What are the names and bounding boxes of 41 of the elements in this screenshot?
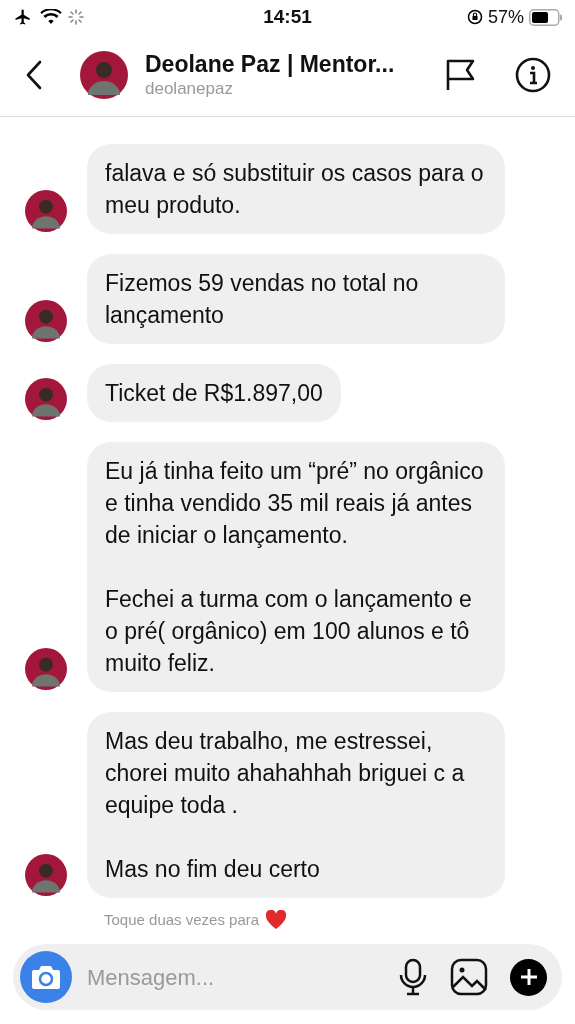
back-icon — [24, 59, 44, 91]
message-bubble[interactable]: Fizemos 59 vendas no total no lançamento — [87, 254, 505, 344]
message-text: Fizemos 59 vendas no total no lançamento — [105, 269, 420, 330]
message-text: falava e só substituir os casos para o meu produto. — [105, 159, 485, 220]
message-bubble[interactable]: falava e só substituir os casos para o meu produto. — [87, 144, 505, 234]
info-icon — [515, 57, 551, 93]
message-text: Fechei a turma com o lançamento e o pré( orgânico) em 100 alunos e tô muito feliz. — [105, 585, 473, 678]
avatar-icon[interactable] — [25, 300, 67, 342]
avatar-icon[interactable] — [25, 648, 67, 690]
heart-icon[interactable] — [265, 910, 288, 930]
avatar-icon[interactable] — [25, 378, 67, 420]
avatar-icon[interactable] — [80, 51, 128, 99]
add-button[interactable] — [510, 958, 547, 996]
message-field[interactable]: Mensagem... — [13, 944, 562, 1010]
loading-icon — [68, 9, 84, 25]
info-button[interactable] — [515, 57, 551, 93]
avatar-icon[interactable] — [25, 854, 67, 896]
flag-icon — [445, 58, 477, 92]
battery-icon — [529, 8, 563, 26]
message-input[interactable]: Mensagem... — [87, 960, 398, 994]
message-bubble[interactable]: Ticket de R$1.897,00 — [87, 364, 341, 422]
hint-text: Toque duas vezes para — [104, 909, 260, 930]
camera-button[interactable] — [20, 951, 72, 1003]
avatar-icon[interactable] — [25, 190, 67, 232]
gallery-icon[interactable] — [450, 958, 488, 996]
contact-name: Deolane Paz | Mentor... — [145, 50, 396, 78]
message-text: Mas no fim deu certo — [105, 855, 321, 884]
battery-percent: 57% — [487, 5, 524, 29]
status-time: 14:51 — [263, 4, 312, 29]
message-text: Mas deu trabalho, me estressei, chorei muito ahahahhah briguei c a equipe toda . — [105, 727, 466, 820]
contact-username: deolanepaz — [145, 78, 234, 100]
message-bubble[interactable]: Eu já tinha feito um “pré” no orgânico e tinha vendido 35 mil reais já antes de iniciar o lançamento. Fechei a turma com o lançamento e o pré( orgânico) em 100 alunos e tô muito feliz. — [87, 442, 505, 692]
rotation-lock-icon — [466, 9, 483, 25]
plus-icon — [519, 968, 538, 986]
report-button[interactable] — [445, 58, 477, 92]
microphone-icon[interactable] — [398, 958, 428, 996]
message-text: Ticket de R$1.897,00 — [105, 379, 323, 408]
wifi-icon — [40, 9, 62, 25]
message-text: Eu já tinha feito um “pré” no orgânico e tinha vendido 35 mil reais já antes de iniciar o lançamento. — [105, 457, 485, 550]
message-bubble[interactable]: Mas deu trabalho, me estressei, chorei muito ahahahhah briguei c a equipe toda . Mas no fim deu certo — [87, 712, 505, 898]
camera-icon — [31, 964, 61, 990]
